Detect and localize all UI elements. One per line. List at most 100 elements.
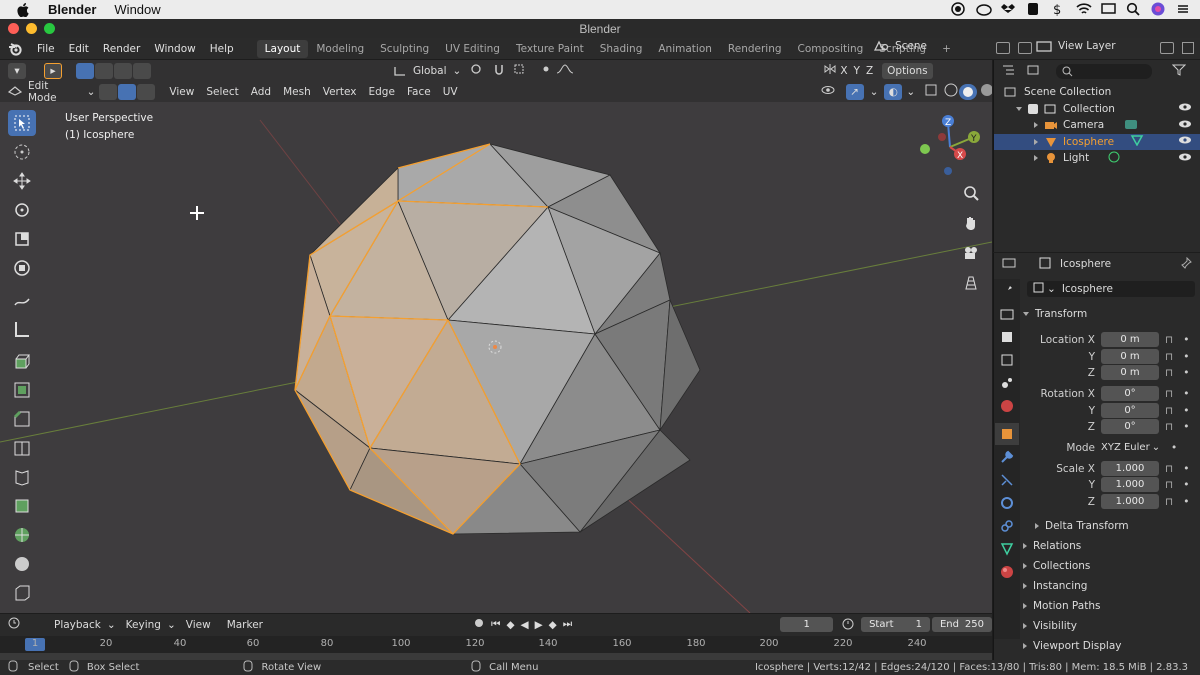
overlays-toggle-icon[interactable]: ◐ xyxy=(884,83,903,100)
camera-data-icon[interactable] xyxy=(1124,118,1138,133)
snap-icon[interactable] xyxy=(493,63,511,78)
view-layer-delete-icon[interactable] xyxy=(1182,42,1194,54)
knife-tool[interactable] xyxy=(8,464,36,490)
evernote-icon[interactable] xyxy=(1026,2,1040,16)
wifi-icon[interactable] xyxy=(1076,2,1092,16)
navigation-gizmo[interactable]: Z Y X xyxy=(918,115,982,179)
poly-build-tool[interactable] xyxy=(8,493,36,519)
tab-output[interactable] xyxy=(995,326,1019,348)
lock-icon[interactable]: ⊓ xyxy=(1165,479,1173,491)
camera-view-icon[interactable] xyxy=(960,242,982,264)
tab-animation[interactable]: Animation xyxy=(650,40,720,58)
end-frame-field[interactable]: End 250 xyxy=(931,617,993,632)
visibility-selectability-icon[interactable] xyxy=(820,84,842,99)
jump-keyframe-forward-icon[interactable]: ◆ xyxy=(549,619,557,631)
tab-modeling[interactable]: Modeling xyxy=(308,40,372,58)
mirror-options-icon[interactable] xyxy=(823,63,837,78)
tab-particles[interactable] xyxy=(995,469,1019,491)
transform-tool[interactable] xyxy=(8,255,36,281)
edge-select-mode-icon[interactable] xyxy=(118,83,137,100)
collection-checkbox[interactable] xyxy=(1028,103,1038,114)
timeline-editor-type-icon[interactable] xyxy=(8,617,26,632)
menu-vertex[interactable]: Vertex xyxy=(317,86,363,98)
tab-layout[interactable]: Layout xyxy=(256,39,309,58)
motion-paths-panel[interactable]: Motion Paths xyxy=(1023,600,1100,612)
jump-end-icon[interactable]: ⏭ xyxy=(563,618,572,631)
tab-render[interactable] xyxy=(995,303,1019,325)
expand-icon[interactable] xyxy=(1016,106,1022,111)
outliner-item-light[interactable]: Light xyxy=(994,150,1200,167)
stopwatch-icon[interactable] xyxy=(841,616,855,633)
view-layer-selector[interactable]: View Layer xyxy=(1036,40,1116,52)
icosphere-mesh[interactable] xyxy=(294,143,701,535)
tab-scene[interactable] xyxy=(995,372,1019,394)
face-select-mode-icon[interactable] xyxy=(137,83,156,100)
outliner-collection[interactable]: Collection xyxy=(994,101,1200,118)
options-dropdown[interactable]: Options xyxy=(882,62,933,79)
close-window-button[interactable] xyxy=(8,23,19,34)
jump-keyframe-back-icon[interactable]: ◆ xyxy=(506,619,514,631)
shading-solid-icon[interactable] xyxy=(959,83,978,100)
gizmo-toggle-icon[interactable]: ↗ xyxy=(845,83,864,100)
dropbox-icon[interactable] xyxy=(1001,2,1015,16)
pin-icon[interactable] xyxy=(1181,256,1193,272)
object-name-field[interactable]: ⌄ Icosphere xyxy=(1027,281,1195,297)
select-mode-extend-icon[interactable] xyxy=(95,62,113,79)
menu-select[interactable]: Select xyxy=(200,86,244,98)
search-icon[interactable] xyxy=(1126,2,1140,16)
location-y-field[interactable]: 0 m xyxy=(1101,349,1159,364)
menu-edit[interactable]: Edit xyxy=(62,43,96,55)
menu-playback[interactable]: Playback xyxy=(48,619,107,631)
apple-icon[interactable] xyxy=(14,2,32,17)
smooth-tool[interactable] xyxy=(8,551,36,577)
tab-shading[interactable]: Shading xyxy=(592,40,651,58)
extrude-tool[interactable] xyxy=(8,348,36,374)
zoom-icon[interactable] xyxy=(960,182,982,204)
cursor-tool[interactable] xyxy=(8,139,36,165)
scene-selector[interactable]: Scene xyxy=(873,40,927,52)
xray-toggle-icon[interactable] xyxy=(925,84,939,99)
lock-icon[interactable]: ⊓ xyxy=(1165,388,1173,400)
eye-icon[interactable] xyxy=(1178,119,1192,132)
visibility-panel[interactable]: Visibility xyxy=(1023,620,1077,632)
relations-panel[interactable]: Relations xyxy=(1023,540,1081,552)
dollar-icon[interactable]: $ xyxy=(1051,2,1065,18)
select-mode-subtract-icon[interactable] xyxy=(114,62,132,79)
tab-object-data[interactable] xyxy=(995,538,1019,560)
lock-icon[interactable]: ⊓ xyxy=(1165,351,1173,363)
tab-tool[interactable] xyxy=(995,280,1019,302)
pan-hand-icon[interactable] xyxy=(960,212,982,234)
eye-icon[interactable] xyxy=(1178,135,1192,148)
outliner-item-camera[interactable]: Camera xyxy=(994,117,1200,134)
rotate-tool[interactable] xyxy=(8,197,36,223)
scene-new-icon[interactable] xyxy=(996,42,1010,54)
tab-world[interactable] xyxy=(995,395,1019,417)
outliner-search-input[interactable] xyxy=(1056,63,1152,79)
transform-panel-header[interactable]: Transform xyxy=(1023,308,1087,320)
menu-uv[interactable]: UV xyxy=(437,86,464,98)
scale-x-field[interactable]: 1.000 xyxy=(1101,461,1159,476)
menu-keying[interactable]: Keying xyxy=(120,619,167,631)
display-mode-icon[interactable] xyxy=(1026,64,1044,79)
keyframe-dot[interactable]: • xyxy=(1183,367,1189,379)
record-icon[interactable] xyxy=(951,2,965,16)
outliner-item-icosphere[interactable]: Icosphere xyxy=(994,133,1200,150)
siri-icon[interactable] xyxy=(1151,2,1165,16)
play-reverse-icon[interactable]: ◀ xyxy=(521,619,529,631)
minimize-window-button[interactable] xyxy=(26,23,37,34)
scene-name[interactable]: Scene xyxy=(895,40,927,52)
editor-type-icon[interactable] xyxy=(7,84,23,99)
vertex-select-mode-icon[interactable] xyxy=(99,83,118,100)
select-tool[interactable] xyxy=(8,110,36,136)
keyframe-dot[interactable]: • xyxy=(1183,463,1189,475)
start-frame-field[interactable]: Start 1 xyxy=(861,617,930,632)
scene-delete-icon[interactable] xyxy=(1018,42,1032,54)
mac-app-name[interactable]: Blender xyxy=(48,2,96,17)
lock-icon[interactable]: ⊓ xyxy=(1165,496,1173,508)
rotation-mode-dropdown[interactable]: XYZ Euler ⌄ xyxy=(1101,440,1161,455)
collections-panel[interactable]: Collections xyxy=(1023,560,1090,572)
menu-edge[interactable]: Edge xyxy=(363,86,401,98)
mirror-z-toggle[interactable]: Z xyxy=(863,65,876,77)
shading-wireframe-icon[interactable] xyxy=(943,83,959,100)
expand-icon[interactable] xyxy=(1034,122,1038,129)
